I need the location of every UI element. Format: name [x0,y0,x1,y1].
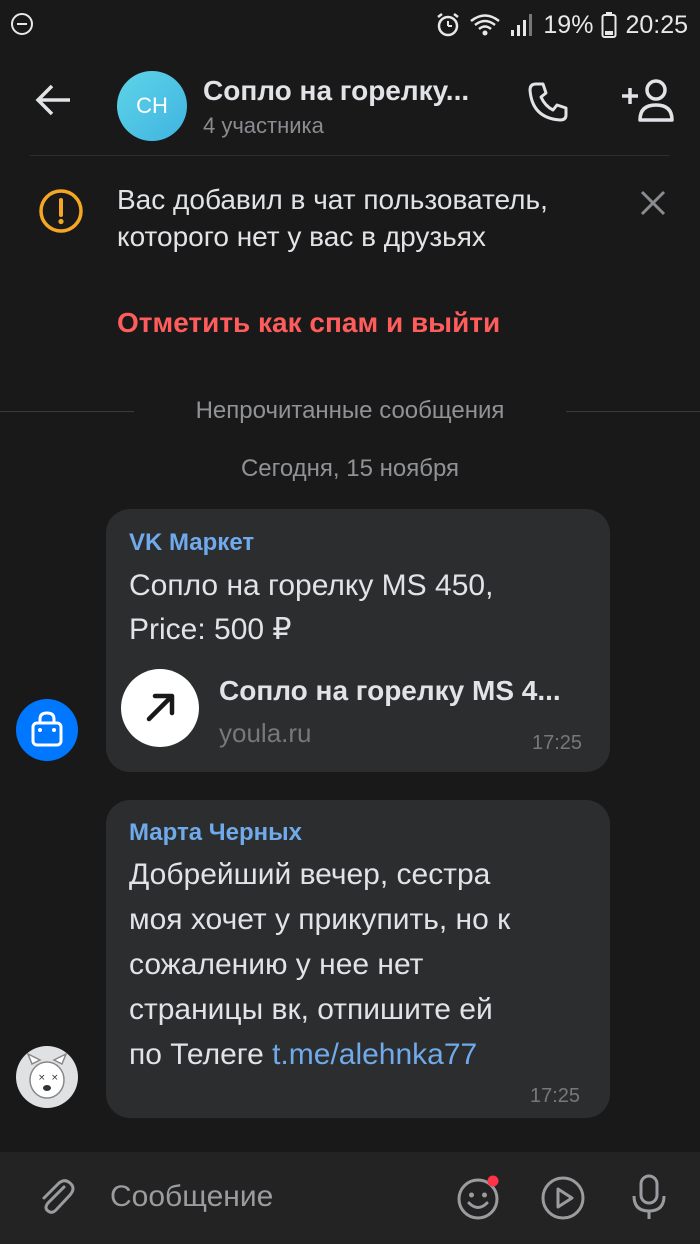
warning-icon [39,189,83,233]
sticker-smile-icon[interactable] [455,1175,501,1221]
link-domain: youla.ru [219,718,312,748]
svg-text:×: × [51,1073,59,1083]
minus-circle-icon [11,13,33,35]
message-time: 17:25 [532,732,583,754]
message-text: Price: 500 ₽ [129,613,292,646]
sender-name[interactable]: Марта Черных [129,819,302,847]
unread-separator: Непрочитанные сообщения [195,397,505,424]
battery-icon [601,12,617,38]
add-user-icon[interactable] [620,78,676,124]
phone-icon[interactable] [526,80,570,124]
chat-avatar-initials: CH [136,93,168,118]
message-text: Сопло на горелку MS 450, [129,569,494,602]
paperclip-icon[interactable] [34,1175,78,1219]
link-preview-button[interactable] [121,669,199,747]
date-separator: Сегодня, 15 ноября [240,455,460,482]
alarm-icon [437,13,460,37]
message-text: страницы вк, отпишите ей [129,993,493,1026]
message-time: 17:25 [530,1085,581,1107]
header-divider [30,155,670,156]
play-circle-icon[interactable] [540,1175,586,1221]
back-arrow-icon[interactable] [34,80,74,120]
mark-spam-button[interactable]: Отметить как спам и выйти [117,307,500,339]
wifi-icon [470,14,501,36]
clock: 20:25 [625,10,688,39]
chat-member-count[interactable]: 4 участника [203,113,324,139]
vk-market-avatar[interactable] [16,699,78,761]
microphone-icon[interactable] [626,1173,672,1221]
dog-avatar-icon: × × [26,1052,68,1099]
arrow-up-right-icon [146,693,175,722]
message-text: сожалению у нее нет [129,948,424,981]
message-input-bar [0,1152,700,1244]
link-title[interactable]: Сопло на горелку MS 4... [219,675,594,707]
sender-name[interactable]: VK Маркет [129,529,254,557]
status-bar: 19% 20:25 [0,0,700,50]
battery-percent: 19% [543,10,594,39]
signal-icon [511,14,533,36]
chat-avatar[interactable]: CH [117,71,187,141]
chat-title[interactable]: Сопло на горелку... [203,75,503,107]
shopping-bag-icon [31,711,63,747]
telegram-link[interactable]: t.me/alehnka77 [272,1038,477,1071]
notice-text: Вас добавил в чат пользователь, которого… [117,184,548,252]
user-avatar[interactable]: × × [16,1046,78,1108]
close-icon[interactable] [638,188,668,218]
message-input[interactable]: Сообщение [110,1180,273,1214]
message-text-last: по Телеге t.me/alehnka77 [129,1032,477,1077]
message-text: Добрейший вечер, сестра [129,858,491,891]
message-text: моя хочет у прикупить, но к [129,903,511,936]
message-text: по Телеге [129,1038,273,1071]
svg-text:×: × [38,1073,46,1083]
